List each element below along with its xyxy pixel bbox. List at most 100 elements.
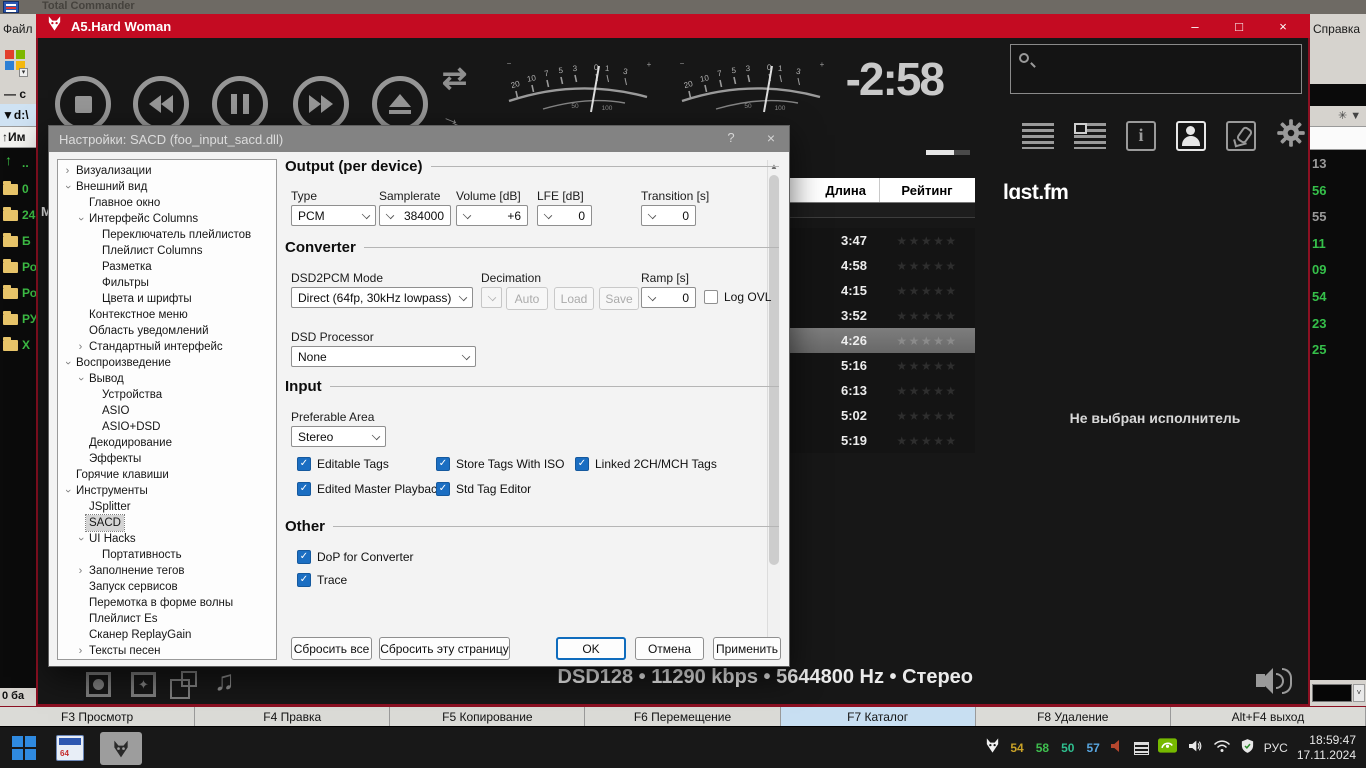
lfe-select[interactable]: 0 <box>537 205 592 226</box>
rating-stars-icon[interactable]: ★★★★★ <box>880 384 974 398</box>
tree-item[interactable]: Цвета и шрифты <box>58 291 276 307</box>
function-key-button[interactable]: F7 Каталог <box>781 707 976 726</box>
reset-all-button[interactable]: Сбросить все <box>291 637 372 660</box>
rating-stars-icon[interactable]: ★★★★★ <box>880 284 974 298</box>
info-panel-icon[interactable]: i <box>1126 121 1156 151</box>
next-button[interactable] <box>293 76 349 132</box>
playlist-row[interactable]: 5:02 ★★★★★ <box>788 403 975 428</box>
playlist-row[interactable]: 6:13 ★★★★★ <box>788 378 975 403</box>
tree-item[interactable]: Контекстное меню <box>58 307 276 323</box>
dialog-help-button[interactable]: ? <box>721 130 741 145</box>
tree-expander-icon[interactable] <box>75 371 86 387</box>
tree-item[interactable]: Вывод <box>58 371 276 387</box>
function-key-button[interactable]: F8 Удаление <box>976 707 1171 726</box>
start-button[interactable] <box>12 736 36 760</box>
taskbar-total-commander[interactable]: 64 <box>56 735 84 761</box>
tc-file-row[interactable]: Б <box>0 228 36 254</box>
tree-item[interactable]: Устройства <box>58 387 276 403</box>
tc-menu-help[interactable]: Справка <box>1310 14 1366 44</box>
tree-item[interactable]: SACD <box>58 515 276 531</box>
reset-page-button[interactable]: Сбросить эту страницу <box>379 637 510 660</box>
rating-stars-icon[interactable]: ★★★★★ <box>880 259 974 273</box>
tc-column-header-name[interactable]: ↑Им <box>0 126 36 148</box>
transition-select[interactable]: 0 <box>641 205 696 226</box>
playlist-view-icon[interactable] <box>1022 123 1054 149</box>
tree-item[interactable]: Портативность <box>58 547 276 563</box>
playlist-row[interactable]: 5:19 ★★★★★ <box>788 428 975 453</box>
artist-panel-icon[interactable] <box>1176 121 1206 151</box>
tree-item[interactable]: Перемотка в форме волны <box>58 595 276 611</box>
album-list-icon[interactable] <box>1074 123 1106 149</box>
repeat-icon[interactable]: ⇄ <box>442 66 467 92</box>
tree-item[interactable]: UI Hacks <box>58 531 276 547</box>
rating-stars-icon[interactable]: ★★★★★ <box>880 409 974 423</box>
previous-button[interactable] <box>133 76 189 132</box>
security-shield-icon[interactable] <box>1240 738 1255 759</box>
tree-item[interactable]: Главное окно <box>58 195 276 211</box>
cancel-button[interactable]: Отмена <box>635 637 704 660</box>
tree-item[interactable]: Декодирование <box>58 435 276 451</box>
music-notes-icon[interactable]: ♫ <box>214 667 235 695</box>
tree-item[interactable]: JSplitter <box>58 499 276 515</box>
tc-file-row[interactable]: РУ <box>0 306 36 332</box>
tc-sort-icons[interactable]: ✳ ▼ <box>1310 106 1366 126</box>
lyrics-mic-icon[interactable] <box>1226 121 1256 151</box>
pause-button[interactable] <box>212 76 268 132</box>
muted-speaker-icon[interactable] <box>1109 738 1125 759</box>
tc-file-row[interactable]: 0 <box>0 176 36 202</box>
checkbox[interactable]: ✓DoP for Converter <box>297 550 414 564</box>
tree-expander-icon[interactable] <box>62 483 73 499</box>
tree-item[interactable]: Внешний вид <box>58 179 276 195</box>
tree-expander-icon[interactable] <box>75 211 86 227</box>
tree-item[interactable]: Горячие клавиши <box>58 467 276 483</box>
tc-file-row[interactable]: X <box>0 332 36 358</box>
function-key-button[interactable]: F3 Просмотр <box>0 707 195 726</box>
tree-item[interactable]: Воспроизведение <box>58 355 276 371</box>
checkbox[interactable]: ✓Linked 2CH/MCH Tags <box>575 457 717 471</box>
tree-item[interactable]: Фильтры <box>58 275 276 291</box>
tc-drive-button[interactable]: — c <box>0 84 36 104</box>
type-select[interactable]: PCM <box>291 205 376 226</box>
function-key-button[interactable]: F6 Перемещение <box>585 707 780 726</box>
tree-item[interactable]: Плейлист Es <box>58 611 276 627</box>
preferable-area-select[interactable]: Stereo <box>291 426 386 447</box>
search-box[interactable] <box>1010 44 1302 94</box>
dsd2pcm-select[interactable]: Direct (64fp, 30kHz lowpass) <box>291 287 473 308</box>
tc-file-row[interactable]: Ро <box>0 254 36 280</box>
tree-item[interactable]: Инструменты <box>58 483 276 499</box>
stop-button[interactable] <box>55 76 111 132</box>
language-indicator[interactable]: РУС <box>1264 741 1288 755</box>
volume-icon[interactable] <box>1186 738 1204 759</box>
pattern-icon[interactable]: ✦ <box>131 672 156 697</box>
tree-item[interactable]: Тексты песен <box>58 643 276 659</box>
checkbox[interactable]: ✓Edited Master Playback <box>297 482 436 496</box>
nvidia-icon[interactable] <box>1158 738 1177 758</box>
tree-scrollbar[interactable]: ▲ ▼ <box>767 160 780 659</box>
tree-item[interactable]: Плейлист Columns <box>58 243 276 259</box>
disc-icon[interactable] <box>86 672 111 697</box>
scrollbar-thumb[interactable] <box>769 175 779 565</box>
ramp-select[interactable]: 0 <box>641 287 696 308</box>
rating-stars-icon[interactable]: ★★★★★ <box>880 234 974 248</box>
tree-item[interactable]: Запуск сервисов <box>58 579 276 595</box>
tree-item[interactable]: Разметка <box>58 259 276 275</box>
column-length[interactable]: Длина <box>788 178 880 202</box>
playlist-row[interactable]: 5:16 ★★★★★ <box>788 353 975 378</box>
checkbox[interactable]: ✓Trace <box>297 573 414 587</box>
function-key-button[interactable]: Alt+F4 выход <box>1171 707 1366 726</box>
tree-item[interactable]: Стандартный интерфейс <box>58 339 276 355</box>
chevron-down-icon[interactable]: ˅ <box>1353 684 1365 702</box>
maximize-button[interactable]: □ <box>1232 19 1246 34</box>
tray-list-icon[interactable] <box>1134 742 1149 755</box>
tc-right-column-header[interactable] <box>1310 126 1366 150</box>
tree-expander-icon[interactable] <box>75 563 86 579</box>
playlist-row[interactable]: 3:47 ★★★★★ <box>788 228 975 253</box>
tree-expander-icon[interactable] <box>62 179 73 195</box>
function-key-button[interactable]: F5 Копирование <box>390 707 585 726</box>
eject-button[interactable] <box>372 76 428 132</box>
tc-file-row[interactable]: .. <box>0 150 36 176</box>
tray-fox-icon[interactable] <box>984 737 1001 759</box>
tree-item[interactable]: Заполнение тегов <box>58 563 276 579</box>
minimize-button[interactable]: – <box>1188 19 1202 34</box>
tree-expander-icon[interactable] <box>62 355 73 371</box>
